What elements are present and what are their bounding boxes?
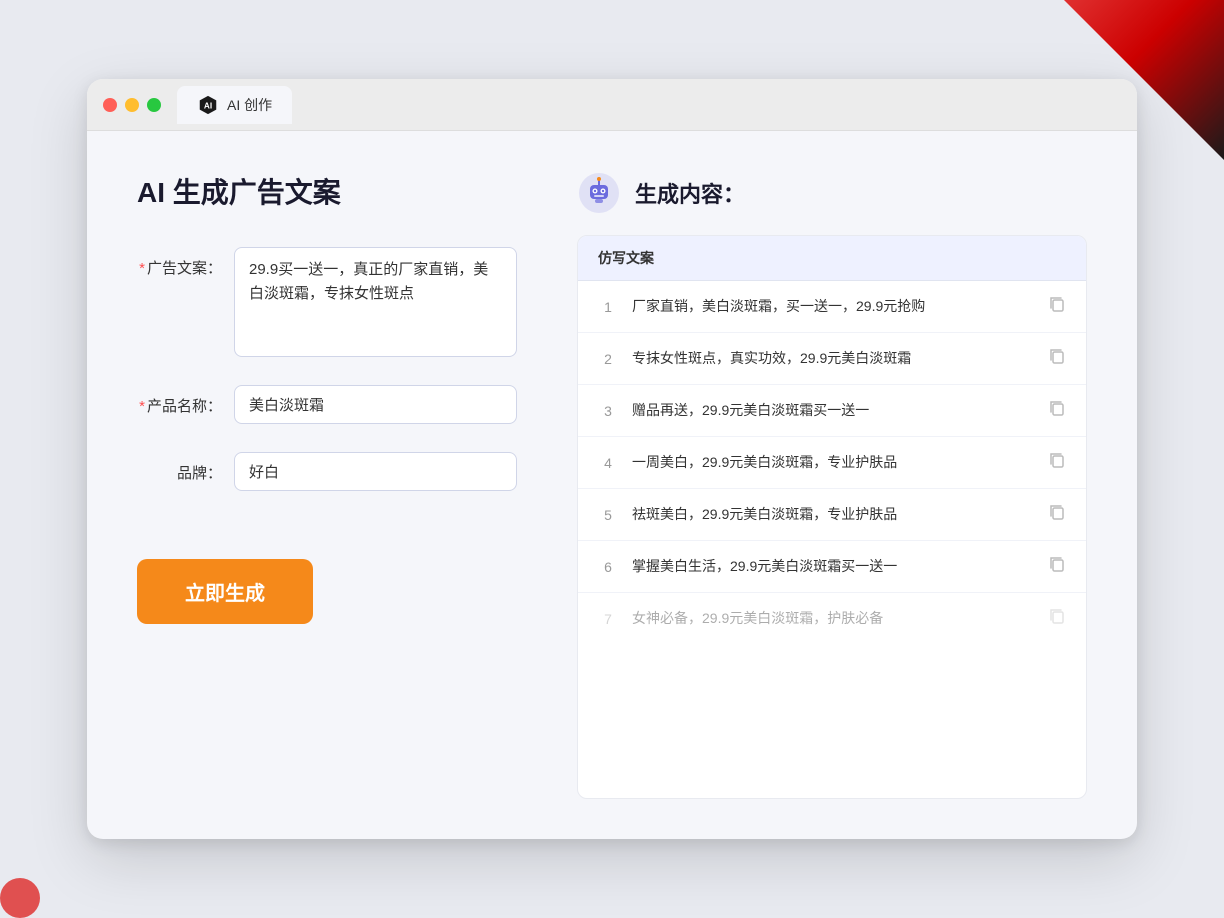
- left-panel: AI 生成广告文案 *广告文案： 29.9买一送一，真正的厂家直销，美白淡斑霜，…: [137, 171, 517, 799]
- row-number: 3: [598, 403, 618, 419]
- ai-tab-icon: AI: [197, 94, 219, 116]
- title-bar: AI AI 创作: [87, 79, 1137, 131]
- table-row: 4 一周美白，29.9元美白淡斑霜，专业护肤品: [578, 437, 1086, 489]
- table-header: 仿写文案: [578, 236, 1086, 281]
- table-row: 1 厂家直销，美白淡斑霜，买一送一，29.9元抢购: [578, 281, 1086, 333]
- result-table: 仿写文案 1 厂家直销，美白淡斑霜，买一送一，29.9元抢购 2 专抹女性斑点，真实…: [577, 235, 1087, 799]
- row-number: 6: [598, 559, 618, 575]
- copy-icon[interactable]: [1048, 503, 1066, 526]
- product-name-group: *产品名称： 美白淡斑霜: [137, 385, 517, 424]
- row-text: 一周美白，29.9元美白淡斑霜，专业护肤品: [632, 452, 1034, 473]
- row-text: 专抹女性斑点，真实功效，29.9元美白淡斑霜: [632, 348, 1034, 369]
- bg-decoration-bottom-left: [0, 878, 40, 918]
- tab-label: AI 创作: [227, 95, 272, 115]
- right-panel: 生成内容： 仿写文案 1 厂家直销，美白淡斑霜，买一送一，29.9元抢购 2 专抹女…: [577, 171, 1087, 799]
- table-row: 3 赠品再送，29.9元美白淡斑霜买一送一: [578, 385, 1086, 437]
- browser-window: AI AI 创作 AI 生成广告文案 *广告文案： 29.9买一送一，真正的厂家…: [87, 79, 1137, 839]
- result-title: 生成内容：: [635, 177, 745, 209]
- row-number: 1: [598, 299, 618, 315]
- page-title: AI 生成广告文案: [137, 171, 517, 211]
- maximize-button[interactable]: [147, 98, 161, 112]
- row-text: 祛斑美白，29.9元美白淡斑霜，专业护肤品: [632, 504, 1034, 525]
- copy-icon[interactable]: [1048, 399, 1066, 422]
- close-button[interactable]: [103, 98, 117, 112]
- copy-icon[interactable]: [1048, 451, 1066, 474]
- copy-icon[interactable]: [1048, 555, 1066, 578]
- table-row: 5 祛斑美白，29.9元美白淡斑霜，专业护肤品: [578, 489, 1086, 541]
- result-rows-container: 1 厂家直销，美白淡斑霜，买一送一，29.9元抢购 2 专抹女性斑点，真实功效，29…: [578, 281, 1086, 644]
- main-content: AI 生成广告文案 *广告文案： 29.9买一送一，真正的厂家直销，美白淡斑霜，…: [87, 131, 1137, 839]
- table-row: 7 女神必备，29.9元美白淡斑霜，护肤必备: [578, 593, 1086, 644]
- brand-group: 品牌： 好白: [137, 452, 517, 491]
- row-text: 掌握美白生活，29.9元美白淡斑霜买一送一: [632, 556, 1034, 577]
- row-text: 赠品再送，29.9元美白淡斑霜买一送一: [632, 400, 1034, 421]
- table-row: 6 掌握美白生活，29.9元美白淡斑霜买一送一: [578, 541, 1086, 593]
- ad-copy-required-star: *: [139, 260, 145, 277]
- result-header: 生成内容：: [577, 171, 1087, 215]
- row-number: 7: [598, 611, 618, 627]
- copy-icon[interactable]: [1048, 295, 1066, 318]
- product-name-required-star: *: [139, 398, 145, 415]
- robot-icon: [577, 171, 621, 215]
- copy-icon[interactable]: [1048, 347, 1066, 370]
- row-number: 4: [598, 455, 618, 471]
- svg-text:AI: AI: [204, 101, 212, 110]
- table-row: 2 专抹女性斑点，真实功效，29.9元美白淡斑霜: [578, 333, 1086, 385]
- row-text: 厂家直销，美白淡斑霜，买一送一，29.9元抢购: [632, 296, 1034, 317]
- row-number: 2: [598, 351, 618, 367]
- minimize-button[interactable]: [125, 98, 139, 112]
- generate-button[interactable]: 立即生成: [137, 559, 313, 624]
- row-number: 5: [598, 507, 618, 523]
- brand-label: 品牌：: [137, 452, 222, 483]
- ai-tab[interactable]: AI AI 创作: [177, 86, 292, 124]
- ad-copy-group: *广告文案： 29.9买一送一，真正的厂家直销，美白淡斑霜，专抹女性斑点: [137, 247, 517, 357]
- ad-copy-label: *广告文案：: [137, 247, 222, 278]
- product-name-input[interactable]: 美白淡斑霜: [234, 385, 517, 424]
- window-controls: [103, 98, 161, 112]
- copy-icon[interactable]: [1048, 607, 1066, 630]
- product-name-label: *产品名称：: [137, 385, 222, 416]
- row-text: 女神必备，29.9元美白淡斑霜，护肤必备: [632, 608, 1034, 629]
- brand-input[interactable]: 好白: [234, 452, 517, 491]
- ad-copy-input[interactable]: 29.9买一送一，真正的厂家直销，美白淡斑霜，专抹女性斑点: [234, 247, 517, 357]
